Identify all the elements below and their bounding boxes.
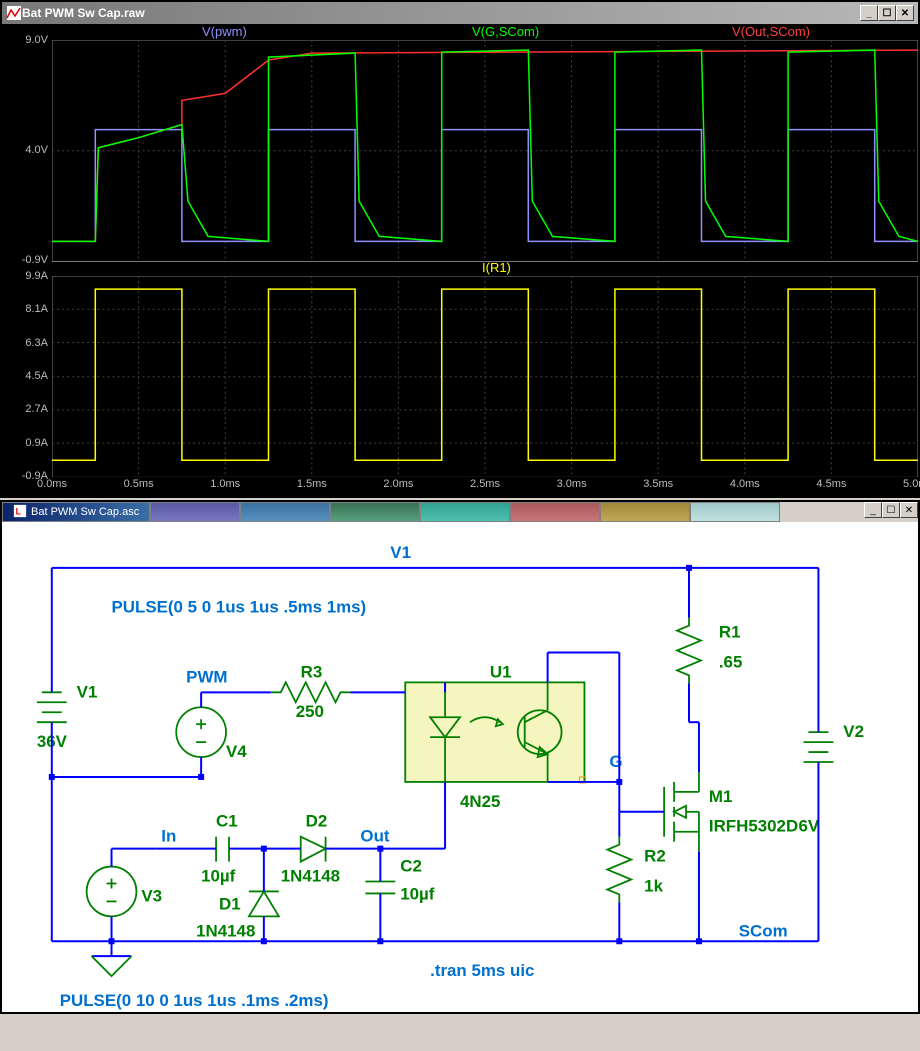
waveform-area[interactable]: V(pwm) V(G,SCom) V(Out,SCom) 9.0V 4.0V -…: [2, 24, 918, 496]
svg-text:1k: 1k: [644, 876, 663, 895]
tab-slot[interactable]: [330, 502, 420, 522]
minimize-button[interactable]: _: [860, 5, 878, 21]
x-axis: 0.0ms 0.5ms 1.0ms 1.5ms 2.0ms 2.5ms 3.0m…: [52, 476, 918, 496]
svg-text:C2: C2: [400, 857, 422, 876]
svg-text:1N4148: 1N4148: [281, 867, 340, 886]
waveform-window: Bat PWM Sw Cap.raw _ ☐ ✕ V(pwm) V(G,SCom…: [0, 0, 920, 498]
spice-tran: .tran 5ms uic: [430, 961, 534, 980]
tab-slot[interactable]: [690, 502, 780, 522]
schematic-window: L Bat PWM Sw Cap.asc _ ☐ ✕ V1 PULSE(0 5 …: [0, 500, 920, 1014]
svg-text:6V: 6V: [799, 817, 820, 836]
waveform-title: Bat PWM Sw Cap.raw: [22, 6, 860, 20]
svg-text:D1: D1: [219, 894, 241, 913]
component-v1[interactable]: V1 36V: [37, 682, 98, 751]
component-m1[interactable]: M1 IRFH5302D: [664, 772, 798, 852]
component-v4[interactable]: V4: [176, 707, 247, 761]
plot-bottom[interactable]: [52, 276, 918, 477]
component-v2[interactable]: V2 6V: [799, 722, 864, 836]
schematic-canvas[interactable]: V1 PULSE(0 5 0 1us 1us .5ms 1ms) V1 36V …: [2, 522, 918, 1012]
svg-text:.65: .65: [719, 652, 743, 671]
schematic-tabbar: L Bat PWM Sw Cap.asc _ ☐ ✕: [2, 502, 918, 522]
svg-text:D2: D2: [306, 812, 328, 831]
tab-slot[interactable]: [240, 502, 330, 522]
maximize-button[interactable]: ☐: [882, 502, 900, 518]
svg-text:V1: V1: [77, 682, 98, 701]
svg-text:1N4148: 1N4148: [196, 921, 255, 940]
spice-pulse1: PULSE(0 5 0 1us 1us .5ms 1ms): [112, 598, 367, 617]
svg-text:10µf: 10µf: [201, 867, 236, 886]
net-label-scom: SCom: [739, 921, 788, 940]
trace-label-vg[interactable]: V(G,SCom): [472, 24, 539, 39]
tab-label: Bat PWM Sw Cap.asc: [31, 506, 139, 518]
y-axis-top: 9.0V 4.0V -0.9V: [2, 40, 52, 260]
component-r2[interactable]: R2 1k: [607, 837, 665, 903]
svg-text:V3: V3: [141, 886, 162, 905]
svg-text:10µf: 10µf: [400, 884, 435, 903]
tab-slot[interactable]: [510, 502, 600, 522]
trace-label-vout[interactable]: V(Out,SCom): [732, 24, 810, 39]
tab-slot[interactable]: [600, 502, 690, 522]
svg-text:R1: R1: [719, 623, 741, 642]
component-d1[interactable]: D1 1N4148: [196, 891, 279, 940]
svg-text:4N25: 4N25: [460, 792, 500, 811]
minimize-button[interactable]: _: [864, 502, 882, 518]
maximize-button[interactable]: ☐: [878, 5, 896, 21]
svg-text:M1: M1: [709, 787, 733, 806]
component-r3[interactable]: R3 250: [271, 662, 351, 721]
svg-text:L: L: [16, 506, 22, 516]
net-label-g: G: [609, 752, 622, 771]
schematic-svg: V1 PULSE(0 5 0 1us 1us .5ms 1ms) V1 36V …: [2, 522, 918, 1012]
net-label-pwm: PWM: [186, 667, 227, 686]
app-icon: [6, 5, 22, 21]
component-r1[interactable]: R1 .65: [677, 618, 742, 684]
waveform-titlebar[interactable]: Bat PWM Sw Cap.raw _ ☐ ✕: [2, 2, 918, 24]
svg-text:V2: V2: [843, 722, 864, 741]
trace-label-ir1[interactable]: I(R1): [482, 260, 511, 275]
net-label-v1-top: V1: [390, 543, 411, 562]
tab-schematic[interactable]: L Bat PWM Sw Cap.asc: [2, 502, 150, 522]
svg-text:R2: R2: [644, 847, 666, 866]
svg-text:C1: C1: [216, 812, 238, 831]
spice-pulse2: PULSE(0 10 0 1us 1us .1ms .2ms): [60, 991, 329, 1010]
svg-text:U1: U1: [490, 662, 512, 681]
ltspice-icon: L: [13, 504, 27, 521]
close-button[interactable]: ✕: [900, 502, 918, 518]
component-u1[interactable]: U1 4N25: [405, 662, 585, 810]
net-label-in: In: [161, 827, 176, 846]
svg-text:V4: V4: [226, 742, 247, 761]
tab-slot[interactable]: [150, 502, 240, 522]
component-v3[interactable]: V3: [87, 867, 162, 917]
svg-text:R3: R3: [301, 662, 323, 681]
trace-label-vpwm[interactable]: V(pwm): [202, 24, 247, 39]
component-c2[interactable]: C2 10µf: [365, 857, 434, 904]
close-button[interactable]: ✕: [896, 5, 914, 21]
plot-top[interactable]: [52, 40, 918, 262]
tab-slot[interactable]: [420, 502, 510, 522]
y-axis-bottom: 9.9A 8.1A 6.3A 4.5A 2.7A 0.9A -0.9A: [2, 276, 52, 476]
svg-text:IRFH5302D: IRFH5302D: [709, 817, 798, 836]
svg-text:250: 250: [296, 702, 324, 721]
net-label-out: Out: [360, 827, 389, 846]
